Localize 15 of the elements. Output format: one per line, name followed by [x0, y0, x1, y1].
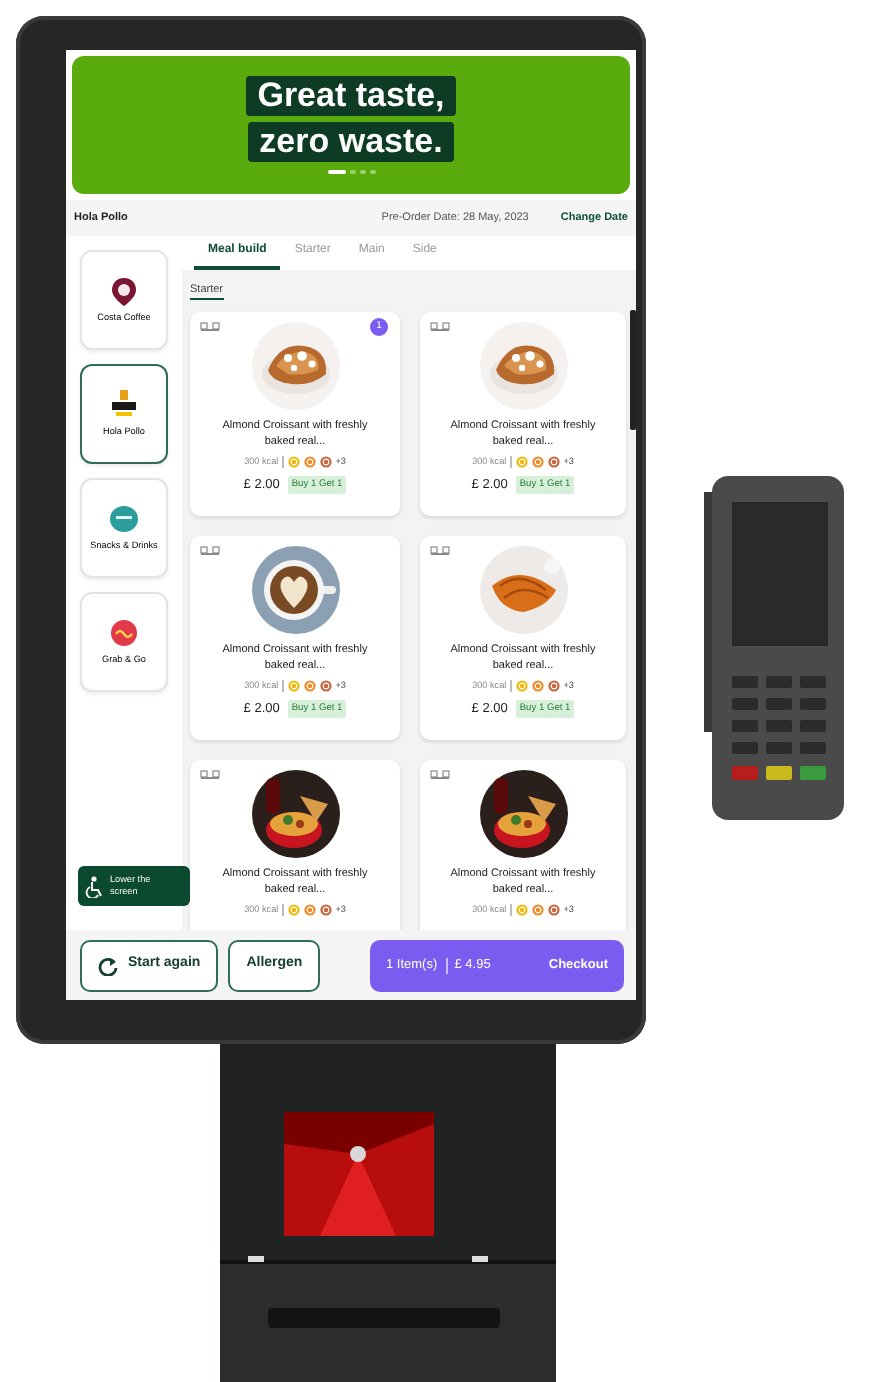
logo-icon: [110, 618, 138, 649]
logo-icon: [110, 390, 138, 421]
scan-icon: [200, 546, 220, 556]
scan-icon: [200, 770, 220, 780]
scan-icon: [430, 546, 450, 556]
scrollbar[interactable]: [630, 310, 636, 430]
scan-icon: [430, 770, 450, 780]
banner-headline: Great taste,: [245, 76, 457, 116]
banner-headline: zero waste.: [247, 122, 455, 162]
scan-icon: [200, 322, 220, 332]
logo-icon: [110, 504, 138, 535]
scan-icon: [430, 322, 450, 332]
wheelchair-icon: [84, 875, 104, 897]
logo-icon: [110, 276, 138, 307]
refresh-icon: [98, 955, 118, 975]
